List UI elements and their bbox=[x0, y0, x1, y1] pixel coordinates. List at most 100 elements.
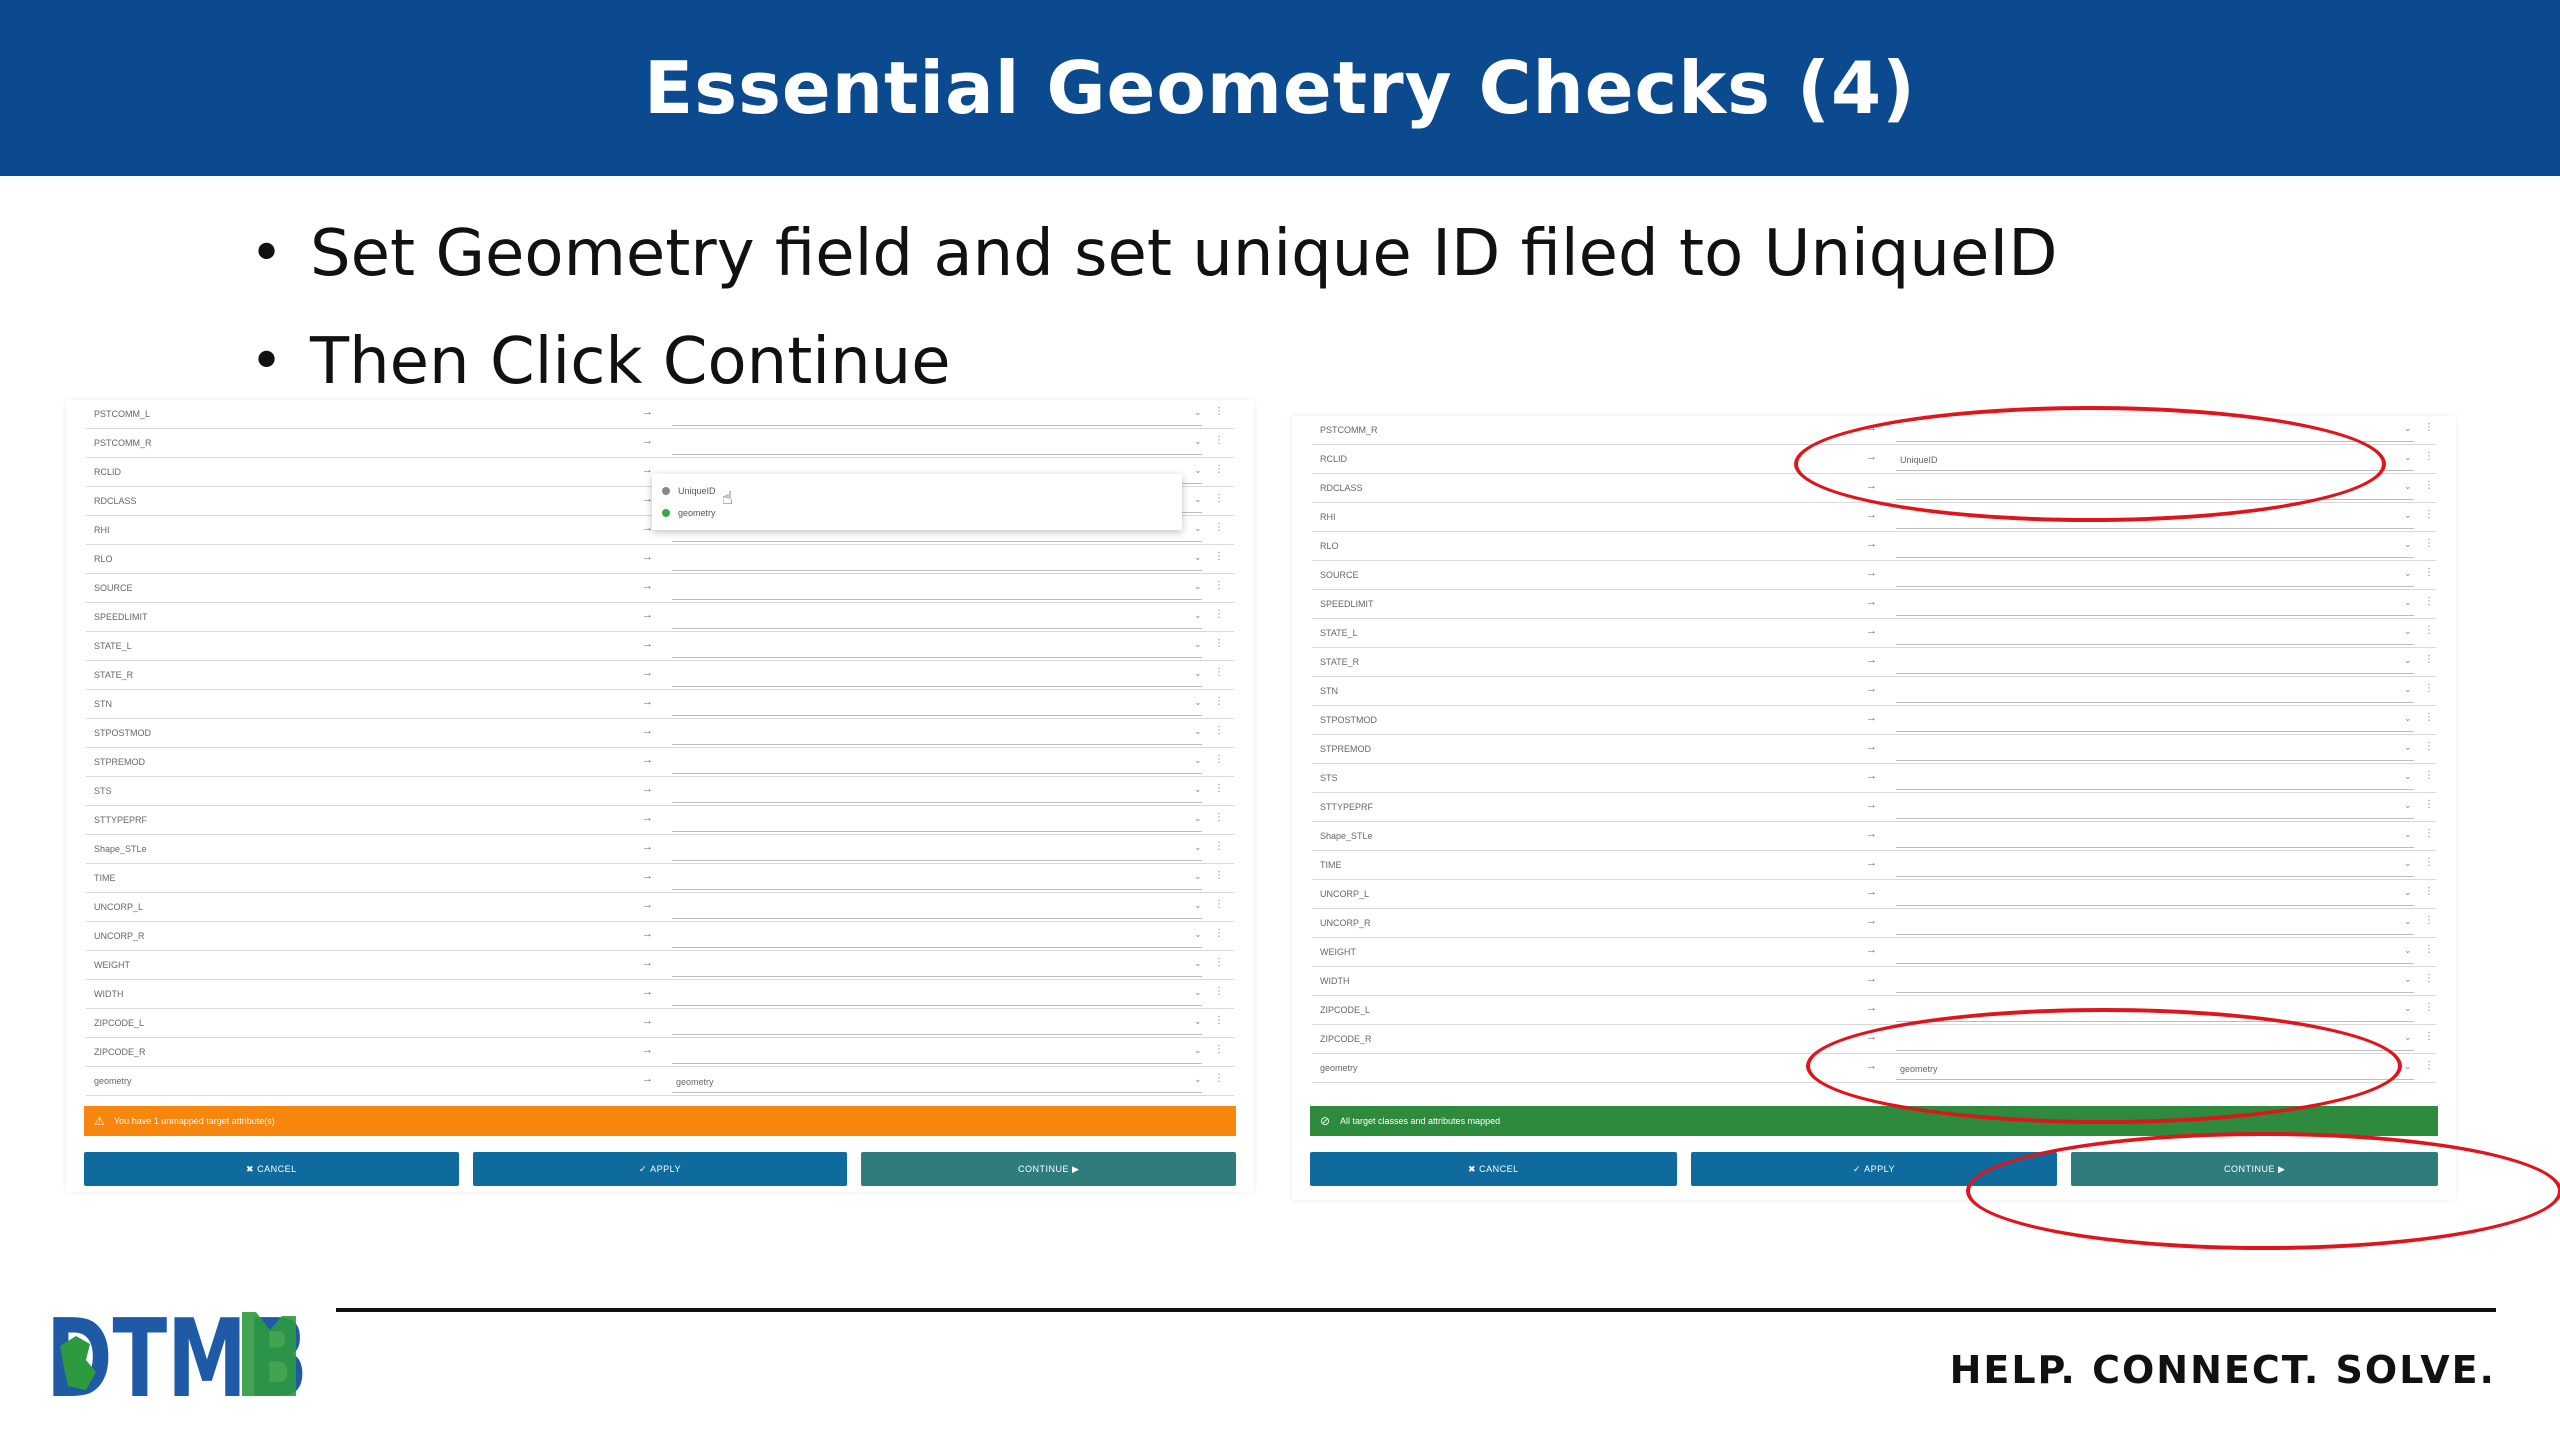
target-field-select[interactable] bbox=[1896, 536, 2414, 558]
delete-icon[interactable]: ⋮ bbox=[2424, 1002, 2434, 1013]
delete-icon[interactable]: ⋮ bbox=[2424, 625, 2434, 636]
target-field-select[interactable] bbox=[672, 1013, 1202, 1035]
target-field-select[interactable] bbox=[1896, 478, 2414, 500]
chevron-down-icon[interactable]: ⌄ bbox=[1194, 1074, 1202, 1085]
target-field-select[interactable]: UniqueID bbox=[1896, 449, 2414, 471]
delete-icon[interactable]: ⋮ bbox=[2424, 915, 2434, 926]
delete-icon[interactable]: ⋮ bbox=[2424, 944, 2434, 955]
delete-icon[interactable]: ⋮ bbox=[2424, 1031, 2434, 1042]
chevron-down-icon[interactable]: ⌄ bbox=[2404, 452, 2412, 463]
delete-icon[interactable]: ⋮ bbox=[2424, 451, 2434, 462]
chevron-down-icon[interactable]: ⌄ bbox=[2404, 742, 2412, 753]
delete-icon[interactable]: ⋮ bbox=[1214, 870, 1224, 881]
delete-icon[interactable]: ⋮ bbox=[1214, 580, 1224, 591]
delete-icon[interactable]: ⋮ bbox=[1214, 551, 1224, 562]
chevron-down-icon[interactable]: ⌄ bbox=[1194, 581, 1202, 592]
chevron-down-icon[interactable]: ⌄ bbox=[2404, 800, 2412, 811]
chevron-down-icon[interactable]: ⌄ bbox=[1194, 436, 1202, 447]
delete-icon[interactable]: ⋮ bbox=[1214, 493, 1224, 504]
delete-icon[interactable]: ⋮ bbox=[1214, 1044, 1224, 1055]
delete-icon[interactable]: ⋮ bbox=[2424, 422, 2434, 433]
target-field-select[interactable] bbox=[1896, 710, 2414, 732]
delete-icon[interactable]: ⋮ bbox=[1214, 667, 1224, 678]
target-field-select[interactable] bbox=[672, 984, 1202, 1006]
chevron-down-icon[interactable]: ⌄ bbox=[1194, 784, 1202, 795]
target-field-select[interactable] bbox=[672, 636, 1202, 658]
target-field-select[interactable] bbox=[672, 955, 1202, 977]
target-field-select[interactable] bbox=[672, 723, 1202, 745]
chevron-down-icon[interactable]: ⌄ bbox=[1194, 610, 1202, 621]
chevron-down-icon[interactable]: ⌄ bbox=[2404, 684, 2412, 695]
delete-icon[interactable]: ⋮ bbox=[1214, 522, 1224, 533]
target-field-select[interactable] bbox=[672, 433, 1202, 455]
target-field-select[interactable] bbox=[1896, 768, 2414, 790]
cancel-button[interactable]: ✖ CANCEL bbox=[84, 1152, 459, 1186]
delete-icon[interactable]: ⋮ bbox=[2424, 480, 2434, 491]
delete-icon[interactable]: ⋮ bbox=[2424, 683, 2434, 694]
target-field-select[interactable] bbox=[1896, 971, 2414, 993]
delete-icon[interactable]: ⋮ bbox=[1214, 783, 1224, 794]
chevron-down-icon[interactable]: ⌄ bbox=[1194, 668, 1202, 679]
chevron-down-icon[interactable]: ⌄ bbox=[2404, 858, 2412, 869]
delete-icon[interactable]: ⋮ bbox=[1214, 812, 1224, 823]
target-field-select[interactable] bbox=[1896, 826, 2414, 848]
target-field-select[interactable] bbox=[672, 926, 1202, 948]
chevron-down-icon[interactable]: ⌄ bbox=[2404, 713, 2412, 724]
delete-icon[interactable]: ⋮ bbox=[1214, 754, 1224, 765]
chevron-down-icon[interactable]: ⌄ bbox=[1194, 755, 1202, 766]
continue-button[interactable]: CONTINUE ▶ bbox=[2071, 1152, 2439, 1186]
chevron-down-icon[interactable]: ⌄ bbox=[2404, 945, 2412, 956]
chevron-down-icon[interactable]: ⌄ bbox=[1194, 494, 1202, 505]
delete-icon[interactable]: ⋮ bbox=[2424, 567, 2434, 578]
apply-button[interactable]: ✓ APPLY bbox=[1690, 1152, 2058, 1186]
chevron-down-icon[interactable]: ⌄ bbox=[1194, 929, 1202, 940]
chevron-down-icon[interactable]: ⌄ bbox=[1194, 813, 1202, 824]
target-field-select[interactable] bbox=[1896, 1029, 2414, 1051]
chevron-down-icon[interactable]: ⌄ bbox=[1194, 552, 1202, 563]
chevron-down-icon[interactable]: ⌄ bbox=[1194, 465, 1202, 476]
delete-icon[interactable]: ⋮ bbox=[2424, 799, 2434, 810]
delete-icon[interactable]: ⋮ bbox=[1214, 1073, 1224, 1084]
target-field-select[interactable] bbox=[672, 607, 1202, 629]
delete-icon[interactable]: ⋮ bbox=[1214, 957, 1224, 968]
target-field-select[interactable] bbox=[672, 781, 1202, 803]
chevron-down-icon[interactable]: ⌄ bbox=[2404, 887, 2412, 898]
chevron-down-icon[interactable]: ⌄ bbox=[1194, 697, 1202, 708]
target-field-select[interactable] bbox=[672, 694, 1202, 716]
target-field-select[interactable] bbox=[1896, 913, 2414, 935]
target-field-select[interactable] bbox=[1896, 855, 2414, 877]
target-field-select[interactable] bbox=[1896, 420, 2414, 442]
chevron-down-icon[interactable]: ⌄ bbox=[2404, 510, 2412, 521]
target-field-select[interactable]: geometry bbox=[1896, 1058, 2414, 1080]
delete-icon[interactable]: ⋮ bbox=[1214, 464, 1224, 475]
target-field-select[interactable] bbox=[1896, 565, 2414, 587]
delete-icon[interactable]: ⋮ bbox=[2424, 828, 2434, 839]
target-field-select[interactable] bbox=[672, 549, 1202, 571]
delete-icon[interactable]: ⋮ bbox=[1214, 1015, 1224, 1026]
chevron-down-icon[interactable]: ⌄ bbox=[1194, 407, 1202, 418]
delete-icon[interactable]: ⋮ bbox=[2424, 654, 2434, 665]
chevron-down-icon[interactable]: ⌄ bbox=[1194, 523, 1202, 534]
chevron-down-icon[interactable]: ⌄ bbox=[1194, 958, 1202, 969]
chevron-down-icon[interactable]: ⌄ bbox=[2404, 568, 2412, 579]
cancel-button[interactable]: ✖ CANCEL bbox=[1310, 1152, 1677, 1186]
target-field-select[interactable] bbox=[672, 578, 1202, 600]
continue-button[interactable]: CONTINUE ▶ bbox=[861, 1152, 1237, 1186]
target-field-select[interactable] bbox=[672, 1042, 1202, 1064]
delete-icon[interactable]: ⋮ bbox=[2424, 973, 2434, 984]
chevron-down-icon[interactable]: ⌄ bbox=[2404, 597, 2412, 608]
delete-icon[interactable]: ⋮ bbox=[2424, 770, 2434, 781]
chevron-down-icon[interactable]: ⌄ bbox=[2404, 916, 2412, 927]
dropdown-option[interactable]: UniqueID bbox=[662, 480, 1172, 502]
delete-icon[interactable]: ⋮ bbox=[1214, 406, 1224, 417]
chevron-down-icon[interactable]: ⌄ bbox=[2404, 423, 2412, 434]
delete-icon[interactable]: ⋮ bbox=[1214, 638, 1224, 649]
chevron-down-icon[interactable]: ⌄ bbox=[2404, 626, 2412, 637]
delete-icon[interactable]: ⋮ bbox=[1214, 928, 1224, 939]
target-field-select[interactable] bbox=[672, 665, 1202, 687]
delete-icon[interactable]: ⋮ bbox=[2424, 857, 2434, 868]
target-field-select[interactable] bbox=[1896, 1000, 2414, 1022]
target-field-select[interactable] bbox=[672, 752, 1202, 774]
chevron-down-icon[interactable]: ⌄ bbox=[1194, 842, 1202, 853]
target-field-select[interactable] bbox=[672, 868, 1202, 890]
